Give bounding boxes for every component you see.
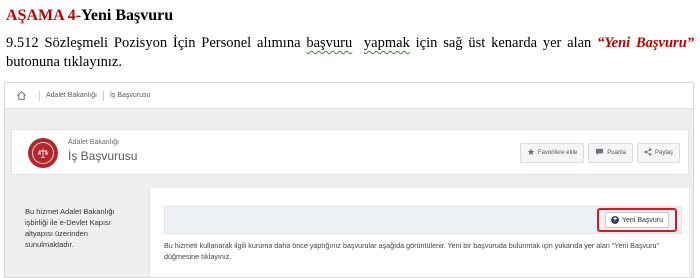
new-application-label: Yeni Başvuru [622, 216, 663, 224]
share-button[interactable]: Paylaş [636, 143, 680, 163]
content-panel: + Yeni Başvuru Bu hizmeti kullanarak ilg… [149, 188, 689, 277]
spellcheck-word: başvuru [306, 35, 353, 51]
breadcrumb-item-adalet-bakanligi[interactable]: Adalet Bakanlığı [46, 92, 97, 99]
service-header: Adalet Bakanlığı İş Başvurusu Favorilere… [11, 129, 689, 175]
edevlet-screenshot: Adalet Bakanlığı İş Başvurusu Adalet Bak… [4, 82, 694, 278]
instruction-text: 9.512 Sözleşmeli Pozisyon İçin Personel … [6, 35, 307, 51]
document-heading: AŞAMA 4-Yeni Başvuru [6, 6, 173, 26]
info-text: Bu hizmeti kullanarak ilgili kuruma daha… [164, 241, 660, 261]
breadcrumb-separator [102, 90, 104, 101]
instruction-text [352, 35, 364, 51]
speech-bubble-icon [595, 148, 604, 158]
service-provider-note: Bu hizmet Adalet Bakanlığı işbirliği ile… [25, 207, 115, 249]
instruction-paragraph: 9.512 Sözleşmeli Pozisyon İçin Personel … [6, 34, 694, 72]
share-icon [644, 148, 652, 158]
breadcrumb: Adalet Bakanlığı İş Başvurusu [5, 83, 693, 109]
add-to-favorites-label: Favorilere ekle [537, 150, 578, 156]
organization-name: Adalet Bakanlığı [68, 139, 119, 146]
spellcheck-word: yapmak [363, 35, 410, 51]
quoted-button-name: “Yeni Başvuru” [597, 35, 695, 51]
rate-button[interactable]: Puanla [588, 143, 633, 163]
ministry-logo [28, 138, 58, 168]
header-actions: Favorilere ekle Puanla Paylaş [519, 143, 680, 163]
rate-label: Puanla [607, 150, 626, 156]
step-label: AŞAMA 4- [6, 7, 82, 24]
new-application-button[interactable]: + Yeni Başvuru [605, 212, 669, 228]
breadcrumb-separator [39, 90, 40, 101]
plus-circle-icon: + [611, 216, 619, 224]
home-icon[interactable] [13, 88, 29, 104]
breadcrumb-item-is-basvurusu[interactable]: İş Başvurusu [110, 92, 150, 99]
action-bar: + Yeni Başvuru [164, 206, 682, 234]
highlight-box: + Yeni Başvuru [597, 208, 677, 232]
instruction-text: için sağ üst kenarda yer alan [409, 35, 598, 51]
step-title: Yeni Başvuru [81, 7, 174, 24]
service-title: İş Başvurusu [68, 149, 138, 163]
star-icon [527, 148, 535, 158]
share-label: Paylaş [654, 150, 673, 156]
add-to-favorites-button[interactable]: Favorilere ekle [519, 143, 585, 163]
instruction-text: butonuna tıklayınız. [6, 54, 122, 70]
